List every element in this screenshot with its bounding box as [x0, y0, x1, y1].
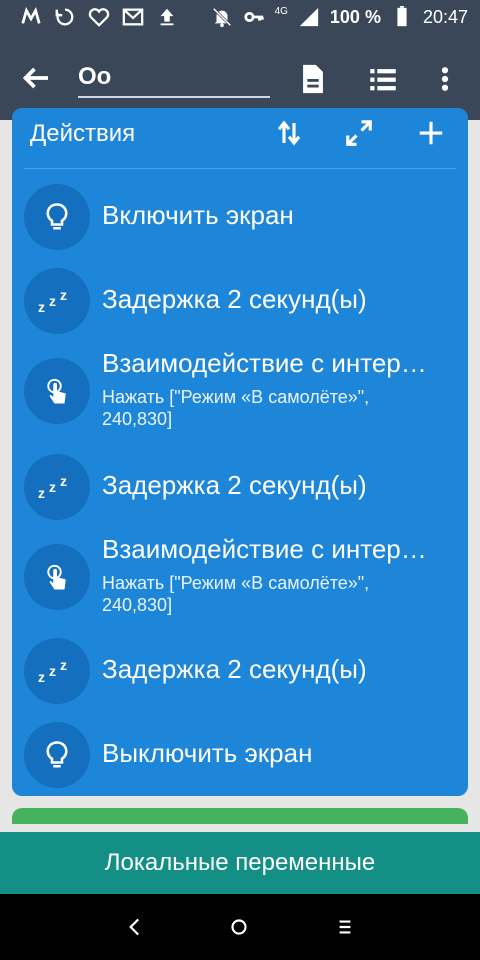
action-subtitle: Нажать ["Режим «В самолёте»", 240,830] — [102, 387, 370, 429]
lightbulb-icon — [46, 741, 68, 768]
add-icon[interactable] — [416, 118, 446, 148]
gmail-icon — [122, 8, 144, 26]
clock: 20:47 — [422, 6, 468, 27]
signal-icon — [299, 7, 319, 27]
action-title: Включить экран — [102, 200, 294, 230]
svg-text:z: z — [38, 669, 45, 685]
battery-percent: 100 % — [329, 6, 381, 27]
action-icon-circle — [24, 544, 90, 610]
action-title: Взаимодействие с интер… — [102, 534, 427, 564]
actions-header: Действия — [12, 108, 468, 168]
action-title: Взаимодействие с интер… — [102, 348, 427, 378]
navigation-bar — [0, 894, 480, 960]
action-icon-circle — [24, 358, 90, 424]
touch-icon — [47, 378, 66, 404]
list-icon[interactable] — [366, 62, 400, 96]
action-item[interactable]: Взаимодействие с интер… Нажать ["Режим «… — [12, 344, 468, 438]
status-bar: 4G 100 % 20:47 — [0, 0, 480, 36]
action-icon-circle: zzz — [24, 268, 90, 334]
action-subtitle: Нажать ["Режим «В самолёте»", 240,830] — [102, 573, 370, 615]
action-icon-circle: zzz — [24, 454, 90, 520]
action-item[interactable]: Взаимодействие с интер… Нажать ["Режим «… — [12, 530, 468, 624]
nav-menu-icon[interactable] — [332, 914, 358, 940]
svg-text:z: z — [49, 293, 56, 309]
nav-back-icon[interactable] — [122, 914, 148, 940]
action-icon-circle — [24, 722, 90, 788]
document-icon[interactable] — [296, 62, 330, 96]
action-icon-circle: zzz — [24, 638, 90, 704]
sleep-zzz-icon: zzz — [38, 473, 67, 501]
notifications-off-icon — [212, 7, 231, 28]
reorder-icon[interactable] — [274, 118, 304, 148]
actions-panel: Действия Включить экран zzz Задержка 2 с… — [12, 108, 468, 796]
back-arrow-icon[interactable] — [18, 60, 54, 96]
upload-icon — [160, 8, 174, 26]
action-title: Задержка 2 секунд(ы) — [102, 284, 367, 314]
action-item[interactable]: Выключить экран — [12, 722, 468, 796]
sleep-zzz-icon: zzz — [38, 287, 67, 315]
notification-m-icon — [21, 7, 41, 24]
svg-text:z: z — [60, 287, 67, 303]
action-item[interactable]: zzz Задержка 2 секунд(ы) — [12, 638, 468, 712]
expand-icon[interactable] — [344, 118, 374, 148]
header-divider — [24, 168, 456, 169]
battery-icon — [397, 6, 407, 27]
sleep-zzz-icon: zzz — [38, 657, 67, 685]
svg-text:z: z — [49, 479, 56, 495]
svg-text:z: z — [38, 299, 45, 315]
sync-icon — [55, 8, 74, 26]
vpn-key-icon — [243, 11, 264, 23]
next-section-edge — [12, 808, 468, 824]
actions-title: Действия — [30, 120, 136, 147]
action-title: Выключить экран — [102, 738, 313, 768]
action-title: Задержка 2 секунд(ы) — [102, 654, 367, 684]
svg-text:z: z — [60, 657, 67, 673]
macro-name-input[interactable]: Оо — [78, 60, 270, 98]
svg-text:z: z — [38, 485, 45, 501]
network-type-label: 4G — [274, 5, 288, 17]
action-item[interactable]: zzz Задержка 2 секунд(ы) — [12, 268, 468, 342]
touch-icon — [47, 564, 66, 590]
svg-text:z: z — [60, 473, 67, 489]
svg-text:z: z — [49, 663, 56, 679]
local-variables-button[interactable]: Локальные переменные — [0, 832, 480, 894]
lightbulb-icon — [46, 203, 68, 230]
nav-home-icon[interactable] — [226, 914, 252, 940]
action-title: Задержка 2 секунд(ы) — [102, 470, 367, 500]
action-item[interactable]: Включить экран — [12, 184, 468, 258]
heart-icon — [88, 8, 110, 27]
more-vert-icon[interactable] — [430, 62, 460, 96]
action-item[interactable]: zzz Задержка 2 секунд(ы) — [12, 454, 468, 528]
action-icon-circle — [24, 184, 90, 250]
